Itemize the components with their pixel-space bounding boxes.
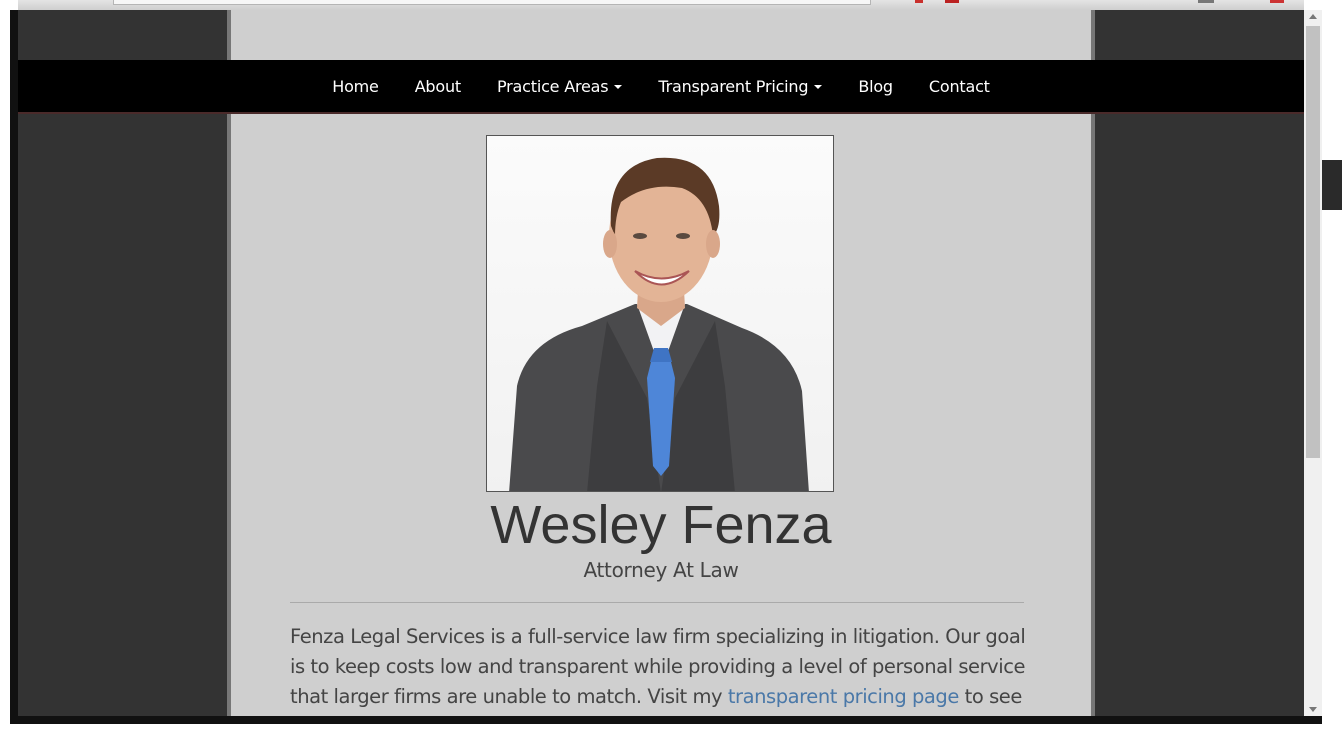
section-divider (290, 602, 1024, 603)
main-navbar: Home About Practice Areas Transparent Pr… (18, 60, 1304, 114)
caret-down-icon (814, 85, 823, 89)
close-icon[interactable] (1270, 0, 1284, 3)
nav-practice-areas-label: Practice Areas (497, 76, 609, 96)
window-border (10, 716, 1328, 724)
scroll-up-arrow-icon[interactable] (1304, 10, 1322, 24)
attorney-portrait (486, 135, 834, 492)
screen-edge (1322, 0, 1342, 736)
attorney-title: Attorney At Law (583, 558, 739, 582)
vertical-scrollbar[interactable] (1304, 10, 1322, 716)
page-viewport: Home About Practice Areas Transparent Pr… (18, 10, 1304, 716)
nav-home[interactable]: Home (314, 77, 396, 96)
menu-icon[interactable] (1198, 0, 1214, 3)
screen-edge (0, 0, 10, 736)
scroll-down-arrow-icon[interactable] (1304, 702, 1322, 716)
window-border (10, 10, 18, 724)
attorney-name: Wesley Fenza (490, 495, 832, 555)
address-bar[interactable] (113, 0, 871, 5)
scroll-thumb[interactable] (1306, 26, 1320, 458)
intro-paragraph: Fenza Legal Services is a full-service l… (290, 622, 1032, 716)
portrait-image (487, 136, 833, 491)
nav-transparent-pricing[interactable]: Transparent Pricing (640, 77, 840, 96)
transparent-pricing-link[interactable]: transparent pricing page (728, 685, 959, 708)
nav-practice-areas[interactable]: Practice Areas (479, 77, 640, 96)
extension-icon[interactable] (915, 0, 923, 3)
nav-blog[interactable]: Blog (840, 77, 911, 96)
background-window (1322, 160, 1342, 210)
caret-down-icon (614, 85, 623, 89)
nav-transparent-pricing-label: Transparent Pricing (658, 76, 809, 96)
nav-about[interactable]: About (397, 77, 479, 96)
extension-icon[interactable] (945, 0, 959, 3)
nav-contact[interactable]: Contact (911, 77, 1008, 96)
browser-toolbar (18, 0, 1304, 10)
